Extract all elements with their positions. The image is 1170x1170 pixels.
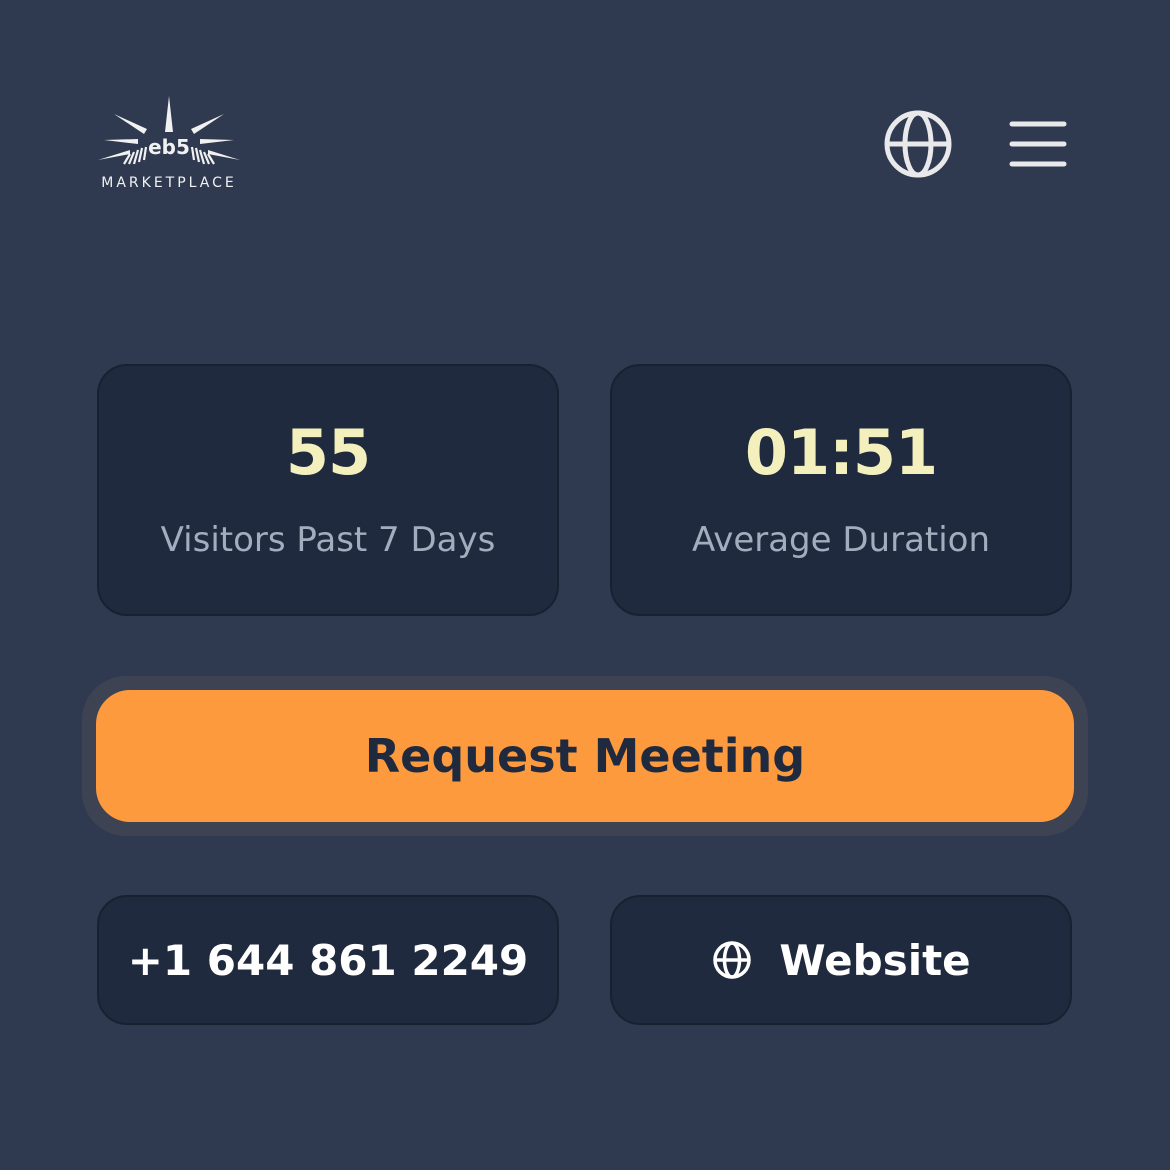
header: eb5 MARKETPLACE [0,0,1170,260]
logo-text: MARKETPLACE [101,175,237,191]
eb5-marketplace-logo[interactable]: eb5 MARKETPLACE [92,92,246,196]
website-label: Website [779,935,971,985]
language-button[interactable] [882,108,954,180]
menu-button[interactable] [1006,116,1070,172]
request-meeting-button[interactable]: Request Meeting [96,690,1074,822]
hamburger-menu-icon [1009,121,1067,167]
stat-card-duration: 01:51 Average Duration [610,364,1072,616]
stat-card-visitors: 55 Visitors Past 7 Days [97,364,559,616]
globe-icon [884,110,952,178]
stat-label-visitors: Visitors Past 7 Days [160,520,496,560]
phone-button[interactable]: +1 644 861 2249 [97,895,559,1025]
website-button[interactable]: Website [610,895,1072,1025]
stat-value-visitors: 55 [285,416,371,489]
phone-number: +1 644 861 2249 [127,935,529,985]
logo-rays-icon: eb5 [98,96,240,165]
globe-icon [711,939,753,981]
logo-mark-text: eb5 [148,135,190,159]
stat-value-duration: 01:51 [744,416,938,489]
request-meeting-focus-ring: Request Meeting [82,676,1088,836]
stat-label-duration: Average Duration [691,520,991,560]
